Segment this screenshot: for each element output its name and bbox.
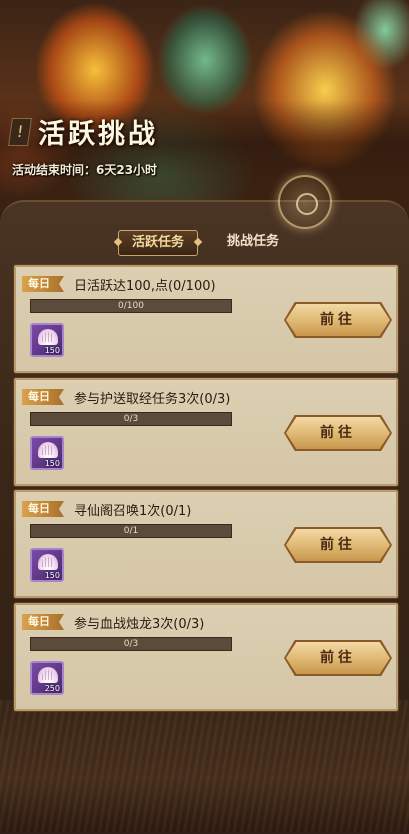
reward-item[interactable]: 150 xyxy=(30,323,64,357)
go-button[interactable]: 前往 xyxy=(286,304,390,336)
reward-item[interactable]: 250 xyxy=(30,661,64,695)
progress-bar: 0/1 xyxy=(30,524,232,538)
event-end-time: 活动结束时间：6天23小时 xyxy=(12,163,158,177)
go-button[interactable]: 前往 xyxy=(286,417,390,449)
progress-text: 0/1 xyxy=(123,526,139,536)
task-name: 日活跃达100,点(0/100) xyxy=(74,279,216,294)
title-row: ! 活跃挑战 xyxy=(8,112,158,151)
task-name: 寻仙阁召唤1次(0/1) xyxy=(74,504,192,519)
tab-challenge-tasks[interactable]: 挑战任务 xyxy=(210,230,296,254)
progress-bar: 0/100 xyxy=(30,299,232,313)
progress-bar: 0/3 xyxy=(30,412,232,426)
info-icon[interactable]: ! xyxy=(8,117,32,146)
task-card: 每日 日活跃达100,点(0/100) 0/100 150 前往 xyxy=(14,265,398,373)
go-button[interactable]: 前往 xyxy=(286,529,390,561)
task-name: 参与血战烛龙3次(0/3) xyxy=(74,617,205,632)
tab-bar: 活跃任务 挑战任务 xyxy=(0,228,409,256)
reward-item[interactable]: 150 xyxy=(30,548,64,582)
reward-quantity: 150 xyxy=(44,459,60,468)
go-button[interactable]: 前往 xyxy=(286,642,390,674)
shell-icon xyxy=(38,442,58,458)
panel-footer-texture xyxy=(0,700,409,832)
progress-bar: 0/3 xyxy=(30,637,232,651)
progress-text: 0/100 xyxy=(118,301,144,311)
daily-badge: 每日 xyxy=(22,614,64,630)
progress-text: 0/3 xyxy=(123,639,139,649)
task-name: 参与护送取经任务3次(0/3) xyxy=(74,392,231,407)
emblem-icon xyxy=(278,175,332,229)
daily-badge: 每日 xyxy=(22,276,64,292)
task-card: 每日 参与护送取经任务3次(0/3) 0/3 150 前往 xyxy=(14,378,398,486)
reward-quantity: 150 xyxy=(44,346,60,355)
daily-badge: 每日 xyxy=(22,501,64,517)
reward-quantity: 150 xyxy=(44,571,60,580)
shell-icon xyxy=(38,667,58,683)
task-card: 每日 参与血战烛龙3次(0/3) 0/3 250 前往 xyxy=(14,603,398,711)
reward-quantity: 250 xyxy=(44,684,60,693)
shell-icon xyxy=(38,329,58,345)
page-title: 活跃挑战 xyxy=(38,119,158,150)
shell-icon xyxy=(38,554,58,570)
task-card: 每日 寻仙阁召唤1次(0/1) 0/1 150 前往 xyxy=(14,490,398,598)
progress-text: 0/3 xyxy=(123,414,139,424)
tab-active-tasks[interactable]: 活跃任务 xyxy=(118,230,198,256)
reward-item[interactable]: 150 xyxy=(30,436,64,470)
daily-badge: 每日 xyxy=(22,389,64,405)
